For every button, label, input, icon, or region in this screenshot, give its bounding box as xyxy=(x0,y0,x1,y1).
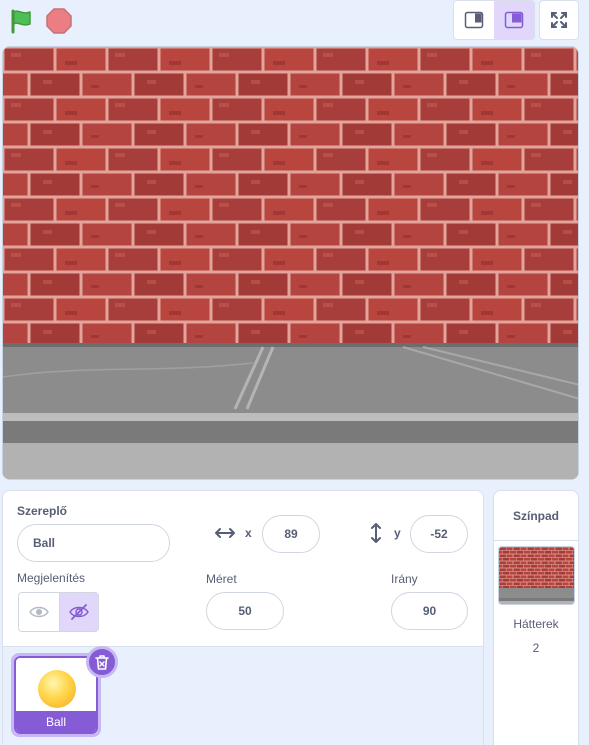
backdrops-label: Hátterek xyxy=(513,617,559,631)
eye-icon xyxy=(28,606,49,618)
stage-panel-title: Színpad xyxy=(494,491,578,541)
sprite-info-panel: Szereplő Ball x 89 y -52 Megjelenítés Mé… xyxy=(2,490,484,745)
show-button[interactable] xyxy=(19,593,59,631)
x-arrows-icon xyxy=(214,526,236,545)
show-label: Megjelenítés xyxy=(17,571,86,585)
backdrops-count: 2 xyxy=(532,641,540,655)
normal-stage-button[interactable] xyxy=(494,1,534,39)
fullscreen-icon xyxy=(551,12,567,28)
sprite-tile-name: Ball xyxy=(16,711,96,732)
small-stage-icon xyxy=(464,11,484,29)
green-flag-button[interactable] xyxy=(6,6,36,36)
y-label: y xyxy=(394,526,401,540)
eye-slash-icon xyxy=(68,604,89,620)
backdrop-thumbnail[interactable] xyxy=(498,546,575,605)
hide-button[interactable] xyxy=(58,593,98,631)
stop-icon xyxy=(46,8,72,34)
size-label: Méret xyxy=(206,572,237,586)
y-position-input[interactable]: -52 xyxy=(410,515,468,553)
trash-icon xyxy=(95,655,109,670)
y-arrows-icon xyxy=(369,522,383,549)
delete-sprite-button[interactable] xyxy=(86,646,118,678)
sprite-tile-inner: Ball xyxy=(14,656,98,734)
stop-button[interactable] xyxy=(44,6,74,36)
stage-canvas[interactable] xyxy=(2,46,579,480)
backdrop-preview xyxy=(499,547,574,604)
size-input[interactable]: 50 xyxy=(206,592,284,630)
stage-size-toggle xyxy=(453,0,535,40)
sprite-label: Szereplő xyxy=(17,504,68,518)
green-flag-icon xyxy=(11,9,31,34)
small-stage-button[interactable] xyxy=(454,1,494,39)
sprite-list: Ball xyxy=(3,646,483,745)
sprite-name-input[interactable]: Ball xyxy=(17,524,170,562)
fullscreen-button[interactable] xyxy=(539,0,579,40)
stage-selector-panel[interactable]: Színpad Hátterek 2 xyxy=(493,490,579,745)
visibility-toggle xyxy=(18,592,99,632)
direction-label: Irány xyxy=(391,572,418,586)
x-position-input[interactable]: 89 xyxy=(262,515,320,553)
direction-input[interactable]: 90 xyxy=(391,592,468,630)
sprite-info: Szereplő Ball x 89 y -52 Megjelenítés Mé… xyxy=(3,491,483,647)
brick-wall-backdrop xyxy=(3,47,578,479)
sprite-tile-ball[interactable]: Ball xyxy=(11,646,118,737)
normal-stage-icon xyxy=(504,11,524,29)
x-label: x xyxy=(245,526,252,540)
ball-thumbnail xyxy=(38,670,76,708)
